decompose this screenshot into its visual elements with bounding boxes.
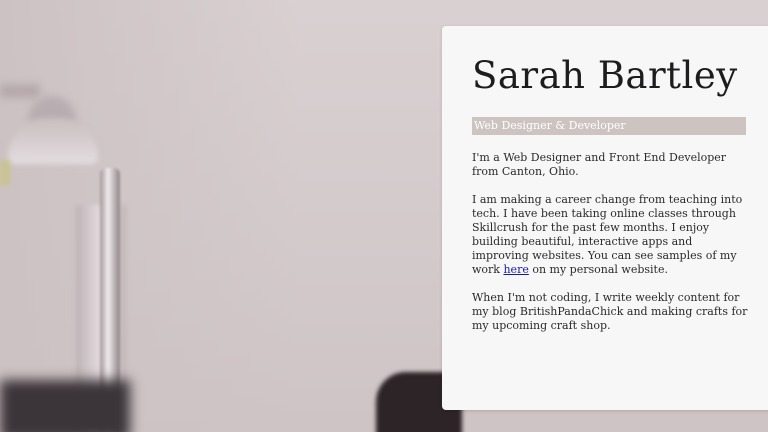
lamp-arm <box>0 84 40 98</box>
desk-shadow <box>0 380 130 432</box>
bio-hobbies: When I'm not coding, I write weekly cont… <box>472 291 748 332</box>
profile-role: Web Designer & Developer <box>474 119 626 132</box>
plant-leaves <box>0 160 10 186</box>
bio-career: I am making a career change from teachin… <box>472 193 750 277</box>
bio-career-text-end: on my personal website. <box>528 263 668 276</box>
role-bar: Web Designer & Developer <box>472 117 746 135</box>
portfolio-link[interactable]: here <box>503 263 528 276</box>
profile-card: Sarah Bartley Web Designer & Developer I… <box>442 26 768 410</box>
bio-intro: I'm a Web Designer and Front End Develop… <box>472 151 727 178</box>
wall-shadow <box>0 0 300 432</box>
profile-name: Sarah Bartley <box>472 54 738 97</box>
bio: I'm a Web Designer and Front End Develop… <box>472 151 750 347</box>
